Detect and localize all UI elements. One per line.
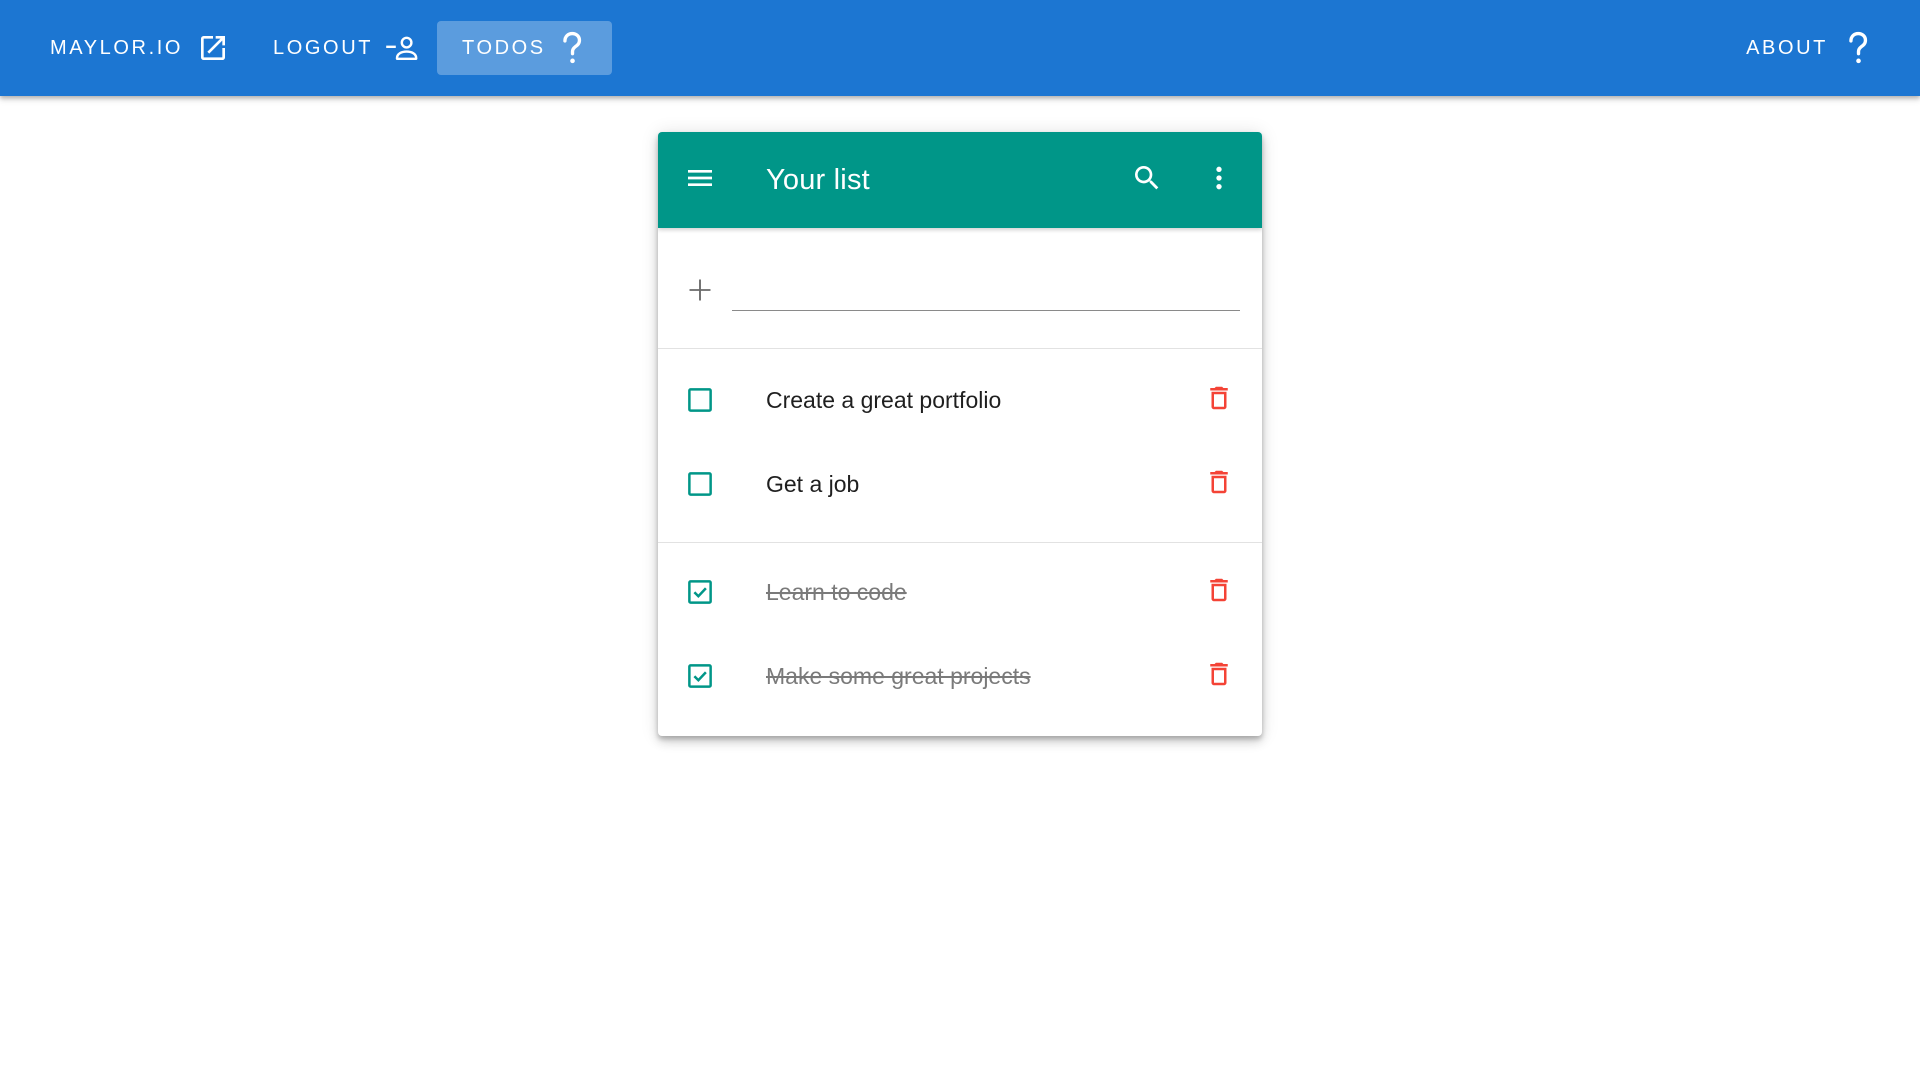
trash-icon: [1204, 659, 1234, 694]
todo-text: Create a great portfolio: [766, 387, 1002, 413]
divider: [658, 348, 1262, 349]
person-remove-icon: [385, 30, 421, 66]
todo-checkbox-checked[interactable]: [682, 574, 718, 610]
top-app-bar: MAYLOR.IO LOGOUT TODOS ABOUT: [0, 0, 1920, 96]
menu-icon: [684, 162, 716, 199]
card-toolbar: Your list: [658, 132, 1262, 228]
search-button[interactable]: [1123, 156, 1171, 204]
menu-button[interactable]: [676, 156, 724, 204]
todo-text: Make some great projects: [766, 663, 1031, 689]
question-mark-icon: [1840, 30, 1876, 66]
delete-todo-button[interactable]: [1195, 460, 1243, 508]
nav-logout-label: LOGOUT: [273, 36, 374, 59]
open-in-new-icon: [195, 30, 231, 66]
nav-maylor-io-link[interactable]: MAYLOR.IO: [25, 21, 256, 75]
trash-icon: [1204, 383, 1234, 418]
todo-card: Your list Create a great portfolio Get a…: [658, 132, 1262, 736]
more-vert-icon: [1203, 162, 1235, 199]
divider: [658, 542, 1262, 543]
question-mark-icon: [558, 30, 587, 66]
nav-logout-button[interactable]: LOGOUT: [248, 21, 446, 75]
nav-about-label: ABOUT: [1746, 36, 1828, 59]
nav-todos-button[interactable]: TODOS: [437, 21, 612, 75]
trash-icon: [1204, 467, 1234, 502]
todo-item-completed: Learn to code: [658, 550, 1262, 634]
todo-item: Create a great portfolio: [658, 358, 1262, 442]
todo-item: Get a job: [658, 442, 1262, 526]
todo-item-completed: Make some great projects: [658, 634, 1262, 718]
search-icon: [1131, 162, 1163, 199]
delete-todo-button[interactable]: [1195, 376, 1243, 424]
todo-checkbox[interactable]: [682, 382, 718, 418]
nav-about-button[interactable]: ABOUT: [1721, 21, 1884, 75]
nav-maylor-io-label: MAYLOR.IO: [50, 36, 184, 59]
todo-text: Get a job: [766, 471, 860, 497]
plus-icon: [682, 272, 718, 308]
todo-checkbox-checked[interactable]: [682, 658, 718, 694]
delete-todo-button[interactable]: [1195, 568, 1243, 616]
delete-todo-button[interactable]: [1195, 652, 1243, 700]
nav-todos-label: TODOS: [462, 36, 546, 59]
todo-text: Learn to code: [766, 579, 907, 605]
more-options-button[interactable]: [1195, 156, 1243, 204]
todo-checkbox[interactable]: [682, 466, 718, 502]
new-todo-input[interactable]: [732, 275, 1240, 311]
trash-icon: [1204, 575, 1234, 610]
card-title: Your list: [766, 164, 870, 196]
